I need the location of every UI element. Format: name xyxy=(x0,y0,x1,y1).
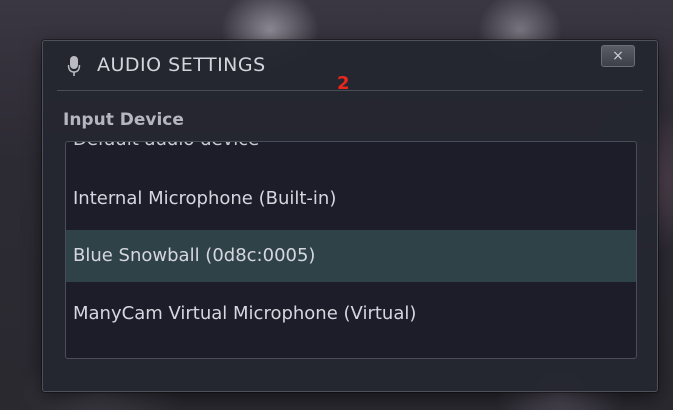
microphone-icon xyxy=(67,56,81,76)
input-device-list[interactable]: Default audio device Internal Microphone… xyxy=(65,141,637,359)
audio-settings-dialog: AUDIO SETTINGS 2 × Input Device Default … xyxy=(42,40,658,392)
input-device-label: Input Device xyxy=(63,110,184,130)
divider xyxy=(57,90,643,91)
device-item-manycam[interactable]: ManyCam Virtual Microphone (Virtual) xyxy=(66,288,636,340)
device-item-internal-microphone[interactable]: Internal Microphone (Built-in) xyxy=(66,173,636,225)
device-item-default[interactable]: Default audio device xyxy=(66,142,636,166)
device-item-blue-snowball[interactable]: Blue Snowball (0d8c:0005) xyxy=(66,230,636,282)
dialog-title: AUDIO SETTINGS xyxy=(97,54,266,76)
title-bar: AUDIO SETTINGS 2 × xyxy=(43,41,657,94)
close-button[interactable]: × xyxy=(601,45,635,67)
close-icon: × xyxy=(612,48,624,64)
